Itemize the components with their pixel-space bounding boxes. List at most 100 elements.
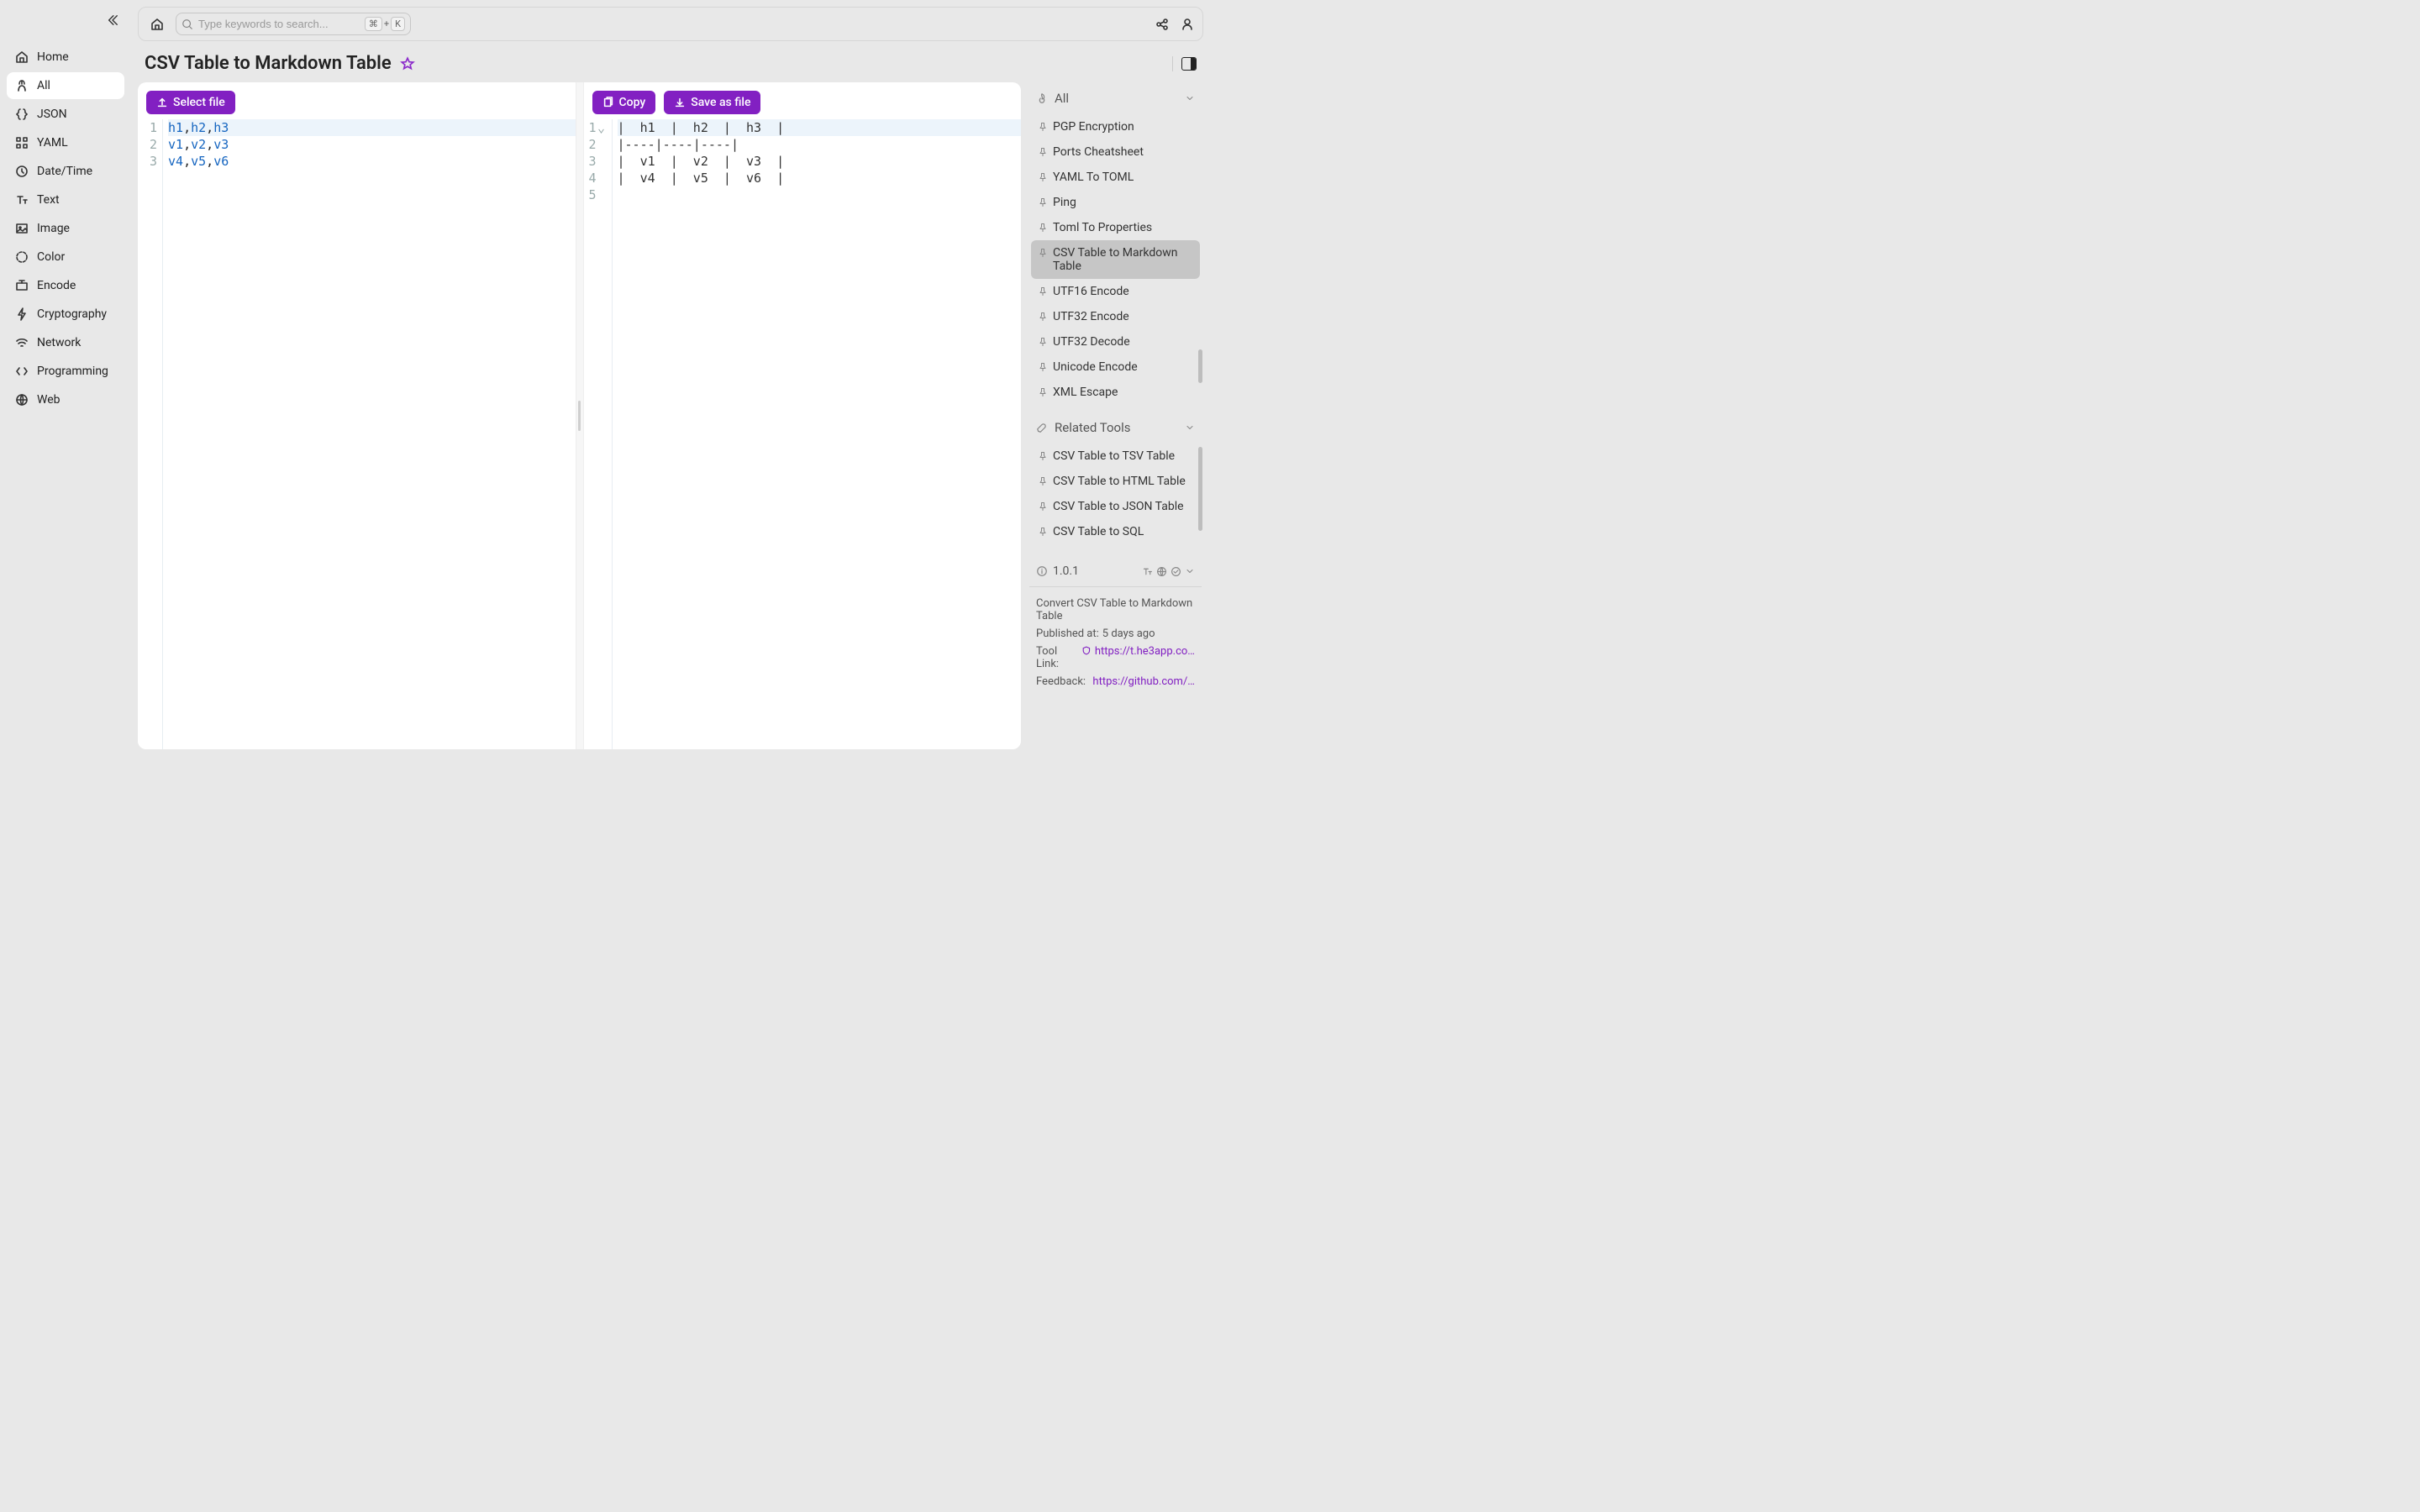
related-tools-title: Related Tools [1055, 420, 1130, 435]
sidebar-item-programming[interactable]: Programming [7, 358, 124, 385]
search-box[interactable]: ⌘ + K [176, 13, 411, 35]
sidebar-item-label: All [37, 79, 50, 92]
tool-item[interactable]: PGP Encryption [1031, 114, 1200, 139]
related-item-label: CSV Table to SQL [1053, 525, 1144, 538]
check-circle-icon[interactable] [1171, 566, 1181, 577]
pin-icon [1038, 248, 1048, 258]
tool-item[interactable]: YAML To TOML [1031, 165, 1200, 190]
related-tools-list[interactable]: CSV Table to TSV Table CSV Table to HTML … [1031, 444, 1200, 544]
globe-small-icon[interactable] [1156, 566, 1167, 577]
copy-button[interactable]: Copy [592, 91, 656, 114]
output-code[interactable]: | h1 | h2 | h3 ||----|----|----|| v1 | v… [613, 119, 1022, 749]
sidebar-item-label: Web [37, 393, 60, 407]
sidebar-item-cryptography[interactable]: Cryptography [7, 301, 124, 328]
favorite-button[interactable] [400, 56, 415, 71]
toollink-value[interactable]: https://t.he3app.co… [1095, 645, 1195, 658]
feedback-label: Feedback: [1036, 675, 1086, 688]
published-value: 5 days ago [1102, 627, 1155, 640]
upload-icon [156, 97, 168, 108]
search-input[interactable] [198, 18, 360, 30]
sidebar-collapse-button[interactable] [104, 12, 121, 29]
input-code[interactable]: h1,h2,h3v1,v2,v3v4,v5,v6 [163, 119, 576, 749]
home-button[interactable] [147, 14, 167, 34]
tool-item[interactable]: UTF32 Encode [1031, 304, 1200, 329]
tool-item[interactable]: Unicode Encode [1031, 354, 1200, 380]
input-editor[interactable]: 123 h1,h2,h3v1,v2,v3v4,v5,v6 [138, 119, 576, 749]
output-gutter: 1⌄2 3 4 5 [584, 119, 613, 749]
editor-area: Select file 123 h1,h2,h3v1,v2,v3v4,v5,v6 [138, 82, 1021, 749]
share-button[interactable] [1155, 18, 1169, 31]
pin-icon [1038, 362, 1048, 372]
code-icon [15, 365, 29, 378]
related-tool-item[interactable]: CSV Table to HTML Table [1031, 469, 1200, 494]
json-icon [15, 108, 29, 121]
all-tools-header[interactable]: All [1028, 82, 1203, 114]
select-file-label: Select file [173, 96, 225, 109]
sidebar-item-yaml[interactable]: YAML [7, 129, 124, 156]
tool-item[interactable]: Ports Cheatsheet [1031, 139, 1200, 165]
tool-item-label: Ports Cheatsheet [1053, 145, 1144, 159]
scrollbar-thumb[interactable] [1198, 349, 1202, 383]
sidebar-item-json[interactable]: JSON [7, 101, 124, 128]
sidebar-item-label: Network [37, 336, 81, 349]
related-tool-item[interactable]: CSV Table to TSV Table [1031, 444, 1200, 469]
save-as-file-button[interactable]: Save as file [664, 91, 760, 114]
copy-label: Copy [619, 96, 646, 109]
copy-icon [602, 97, 614, 108]
toggle-right-panel-button[interactable] [1181, 57, 1197, 71]
select-file-button[interactable]: Select file [146, 91, 235, 114]
sidebar-item-text[interactable]: Text [7, 186, 124, 213]
color-icon [15, 250, 29, 264]
divider [1029, 586, 1202, 587]
sidebar-item-web[interactable]: Web [7, 386, 124, 413]
tool-item[interactable]: Ping [1031, 190, 1200, 215]
sidebar-item-encode[interactable]: Encode [7, 272, 124, 299]
sidebar-item-datetime[interactable]: Date/Time [7, 158, 124, 185]
shield-icon [1081, 645, 1092, 656]
chevron-down-icon[interactable] [1185, 566, 1195, 576]
sidebar-item-image[interactable]: Image [7, 215, 124, 242]
sidebar-item-color[interactable]: Color [7, 244, 124, 270]
sidebar-item-network[interactable]: Network [7, 329, 124, 356]
text-size-icon[interactable] [1142, 566, 1153, 577]
tool-item[interactable]: CSV Table to Markdown Table [1031, 240, 1200, 279]
nav-list: Home All JSON YAML Date/Time Text [7, 44, 124, 415]
save-as-file-label: Save as file [691, 96, 750, 109]
pin-icon [1038, 172, 1048, 182]
info-panel: 1.0.1 Convert CSV Table to Markdown Tabl… [1028, 556, 1203, 696]
profile-button[interactable] [1181, 18, 1194, 31]
sidebar-item-all[interactable]: All [7, 72, 124, 99]
sidebar-item-label: Date/Time [37, 165, 92, 178]
tool-item[interactable]: UTF16 Encode [1031, 279, 1200, 304]
topbar: ⌘ + K [138, 7, 1203, 41]
info-toollink-row: Tool Link: https://t.he3app.co… [1036, 645, 1195, 670]
tool-item[interactable]: UTF32 Decode [1031, 329, 1200, 354]
tool-item-label: Unicode Encode [1053, 360, 1138, 374]
scrollbar-thumb[interactable] [1198, 447, 1202, 531]
pane-splitter[interactable] [576, 82, 584, 749]
sidebar-item-home[interactable]: Home [7, 44, 124, 71]
tool-item[interactable]: Toml To Properties [1031, 215, 1200, 240]
all-tools-panel: All PGP Encryption Ports Cheatsheet YAML T… [1028, 82, 1203, 405]
info-published-row: Published at: 5 days ago [1036, 627, 1195, 640]
all-tools-list[interactable]: PGP Encryption Ports Cheatsheet YAML To TO… [1031, 114, 1200, 400]
tool-item[interactable]: XML Escape [1031, 380, 1200, 400]
pin-icon [1038, 147, 1048, 157]
info-icon [1036, 565, 1048, 577]
pin-icon [1038, 122, 1048, 132]
related-tools-header[interactable]: Related Tools [1028, 412, 1203, 444]
related-tool-item[interactable]: CSV Table to SQL [1031, 519, 1200, 544]
kbd-cmd: ⌘ [365, 17, 382, 31]
all-tools-title: All [1055, 91, 1069, 106]
pin-icon [1038, 223, 1048, 233]
sidebar-item-label: JSON [37, 108, 67, 121]
sidebar-item-label: Image [37, 222, 70, 235]
info-feedback-row: Feedback: https://github.com/… [1036, 675, 1195, 688]
output-pane: Copy Save as file 1⌄2 3 4 5 | h1 | h2 | … [584, 82, 1022, 749]
related-tool-item[interactable]: CSV Table to JSON Table [1031, 494, 1200, 519]
kbd-k: K [391, 17, 405, 31]
tool-item-label: UTF32 Encode [1053, 310, 1129, 323]
related-item-label: CSV Table to TSV Table [1053, 449, 1175, 463]
output-editor[interactable]: 1⌄2 3 4 5 | h1 | h2 | h3 ||----|----|---… [584, 119, 1022, 749]
feedback-value[interactable]: https://github.com/… [1092, 675, 1195, 688]
